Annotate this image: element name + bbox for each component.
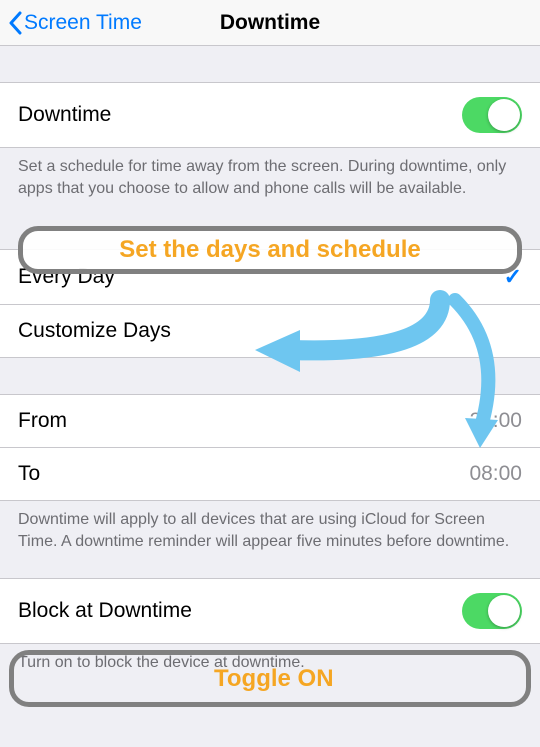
customize-days-label: Customize Days (18, 319, 171, 343)
chevron-left-icon (8, 11, 22, 35)
spacer (0, 552, 540, 578)
spacer (0, 358, 540, 394)
block-description: Turn on to block the device at downtime. (0, 644, 540, 674)
every-day-label: Every Day (18, 265, 115, 289)
block-at-downtime-row[interactable]: Block at Downtime (0, 578, 540, 644)
to-label: To (18, 462, 40, 486)
from-value: 21:00 (469, 409, 522, 433)
to-row[interactable]: To 08:00 (0, 448, 540, 501)
back-button[interactable]: Screen Time (8, 11, 142, 35)
every-day-row[interactable]: Every Day ✓ (0, 249, 540, 305)
from-label: From (18, 409, 67, 433)
downtime-toggle[interactable] (462, 97, 522, 133)
navigation-bar: Screen Time Downtime (0, 0, 540, 46)
checkmark-icon: ✓ (504, 264, 522, 290)
downtime-description: Set a schedule for time away from the sc… (0, 148, 540, 199)
back-label: Screen Time (24, 11, 142, 35)
spacer (0, 46, 540, 82)
downtime-toggle-row[interactable]: Downtime (0, 82, 540, 148)
downtime-label: Downtime (18, 103, 111, 127)
customize-days-row[interactable]: Customize Days (0, 305, 540, 358)
block-toggle[interactable] (462, 593, 522, 629)
to-value: 08:00 (469, 462, 522, 486)
toggle-knob (488, 99, 520, 131)
block-label: Block at Downtime (18, 599, 192, 623)
schedule-description: Downtime will apply to all devices that … (0, 501, 540, 552)
toggle-knob (488, 595, 520, 627)
spacer (0, 199, 540, 249)
from-row[interactable]: From 21:00 (0, 394, 540, 448)
